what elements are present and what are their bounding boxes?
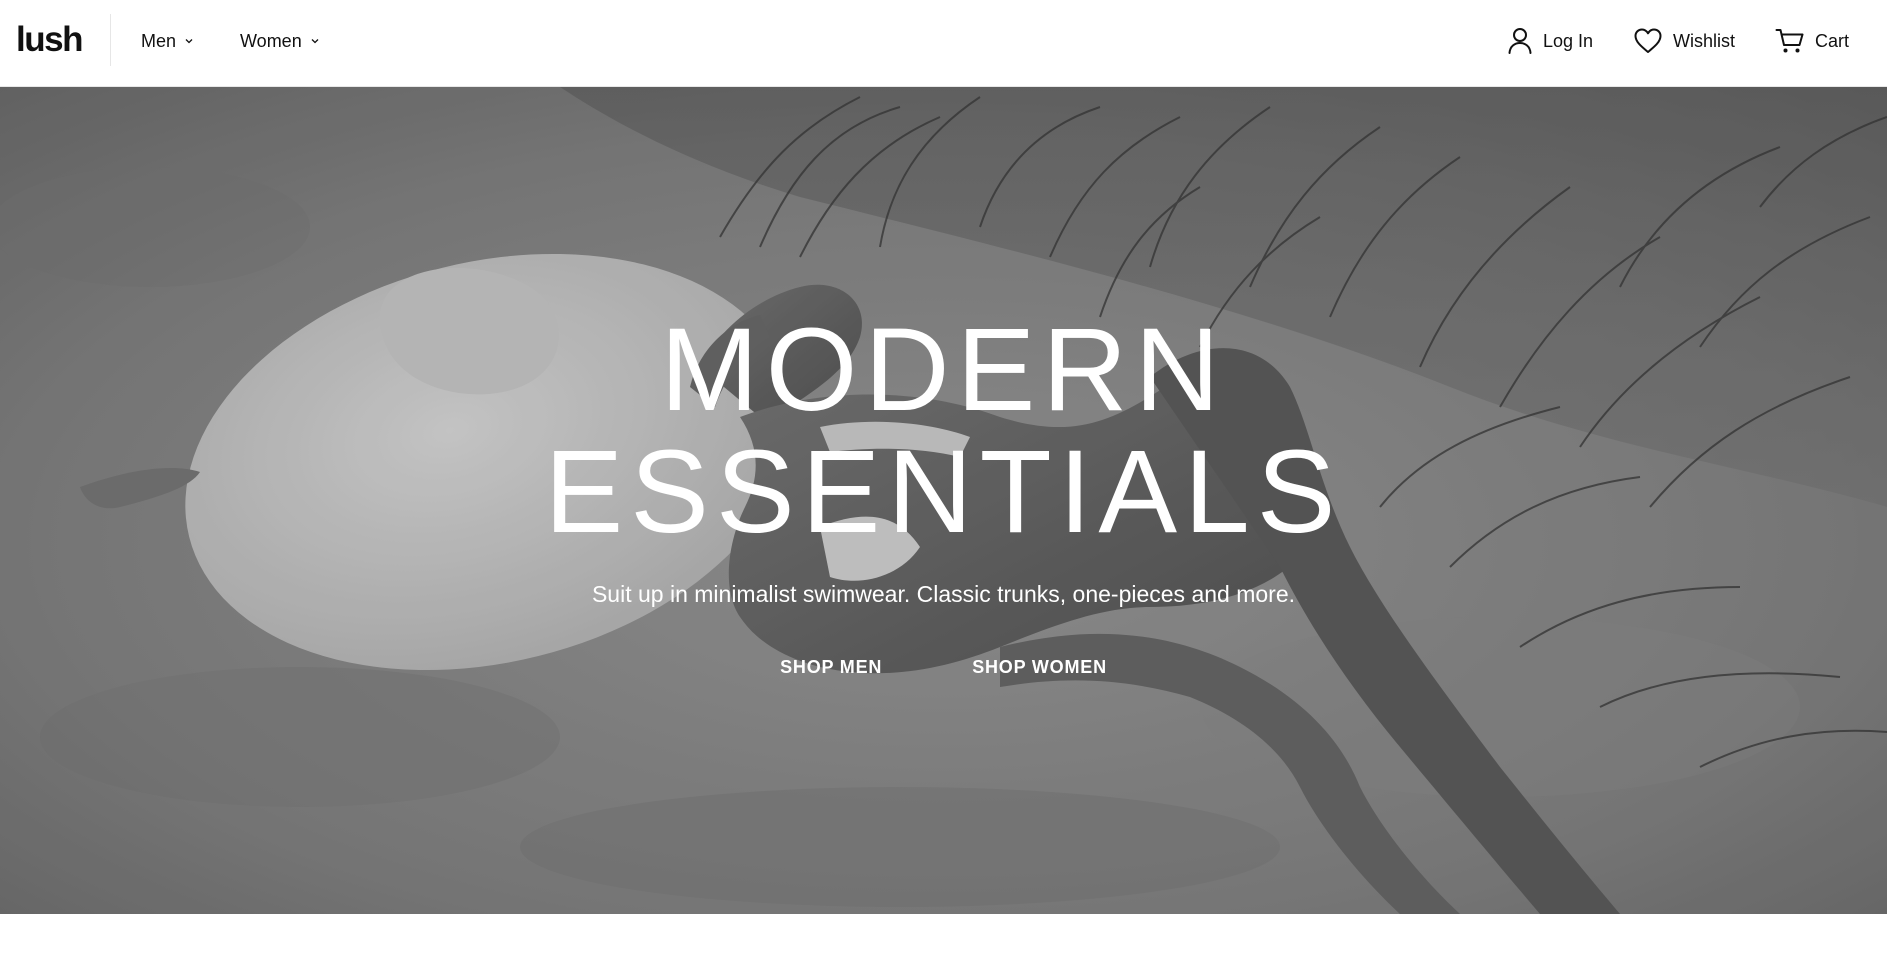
hero-subtitle: Suit up in minimalist swimwear. Classic … [591,581,1296,607]
hero-content: MODERN ESSENTIALS Suit up in minimalist … [0,87,1887,914]
shop-men-link[interactable]: SHOP MEN [780,657,882,678]
hero-cta-group: SHOP MEN SHOP WOMEN [0,657,1887,678]
heart-icon [1634,28,1662,53]
cart-button[interactable]: Cart [1775,27,1849,55]
logo-divider [110,14,111,66]
wishlist-button[interactable]: Wishlist [1633,27,1735,55]
hero-title-line-1: MODERN [660,304,1227,436]
logo[interactable]: lush [16,20,83,60]
cart-icon [1775,29,1804,53]
nav-item-women[interactable]: Women [240,31,320,52]
login-button[interactable]: Log In [1507,27,1593,55]
nav-item-label: Men [141,30,177,51]
wishlist-label: Wishlist [1672,30,1735,51]
user-icon [1508,28,1532,54]
nav-item-men[interactable]: Men [141,31,194,52]
cart-label: Cart [1814,30,1849,51]
chevron-down-icon [311,39,319,44]
header-actions: Log In Wishlist Cart [1467,0,1849,82]
hero-title: MODERN ESSENTIALS [0,309,1887,553]
login-label: Log In [1542,30,1593,51]
chevron-down-icon [185,39,193,44]
site-header: lush Men Women Log In Wishlist Cart [0,0,1887,87]
nav-item-label: Women [240,30,302,51]
main-nav: Men Women [141,0,366,82]
hero-banner: MODERN ESSENTIALS Suit up in minimalist … [0,87,1887,914]
shop-women-link[interactable]: SHOP WOMEN [972,657,1107,678]
hero-title-line-2: ESSENTIALS [544,426,1343,558]
